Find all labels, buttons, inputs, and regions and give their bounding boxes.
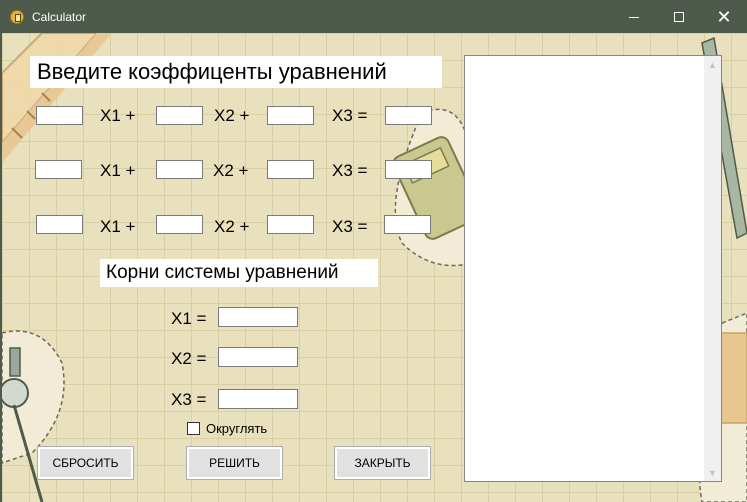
eq3-constant-field[interactable] xyxy=(385,216,430,234)
eq1-coef-x1-input[interactable] xyxy=(36,106,83,125)
calculator-icon xyxy=(10,10,24,24)
form-client-area: Введите коэффиценты уравнений X1 + X2 + … xyxy=(2,33,747,502)
eq3-coef-x1-field[interactable] xyxy=(37,216,82,234)
maximize-icon xyxy=(674,12,684,22)
eq1-coef-x2-input[interactable] xyxy=(156,106,203,125)
eq3-x2-label: X2 + xyxy=(214,217,250,236)
eq3-constant-input[interactable] xyxy=(384,215,431,234)
eq2-constant-field[interactable] xyxy=(386,161,431,179)
root-x1-field[interactable] xyxy=(219,308,297,326)
root-x2-field[interactable] xyxy=(219,348,297,366)
eq2-coef-x3-input[interactable] xyxy=(267,160,314,179)
window-title: Calculator xyxy=(32,10,87,24)
eq2-coef-x1-field[interactable] xyxy=(36,161,81,179)
minimize-icon xyxy=(629,16,639,18)
reset-button[interactable]: СБРОСИТЬ xyxy=(37,446,134,480)
eq1-constant-field[interactable] xyxy=(386,107,431,125)
close-window-button[interactable]: ✕ xyxy=(701,1,747,33)
eq3-coef-x2-field[interactable] xyxy=(157,216,202,234)
eq2-x1-label: X1 + xyxy=(100,161,136,180)
close-button[interactable]: ЗАКРЫТЬ xyxy=(334,446,431,480)
eq1-coef-x1-field[interactable] xyxy=(37,107,82,125)
root-x1-output[interactable] xyxy=(218,307,298,327)
chevron-down-icon[interactable]: ▼ xyxy=(704,464,721,481)
eq1-coef-x3-field[interactable] xyxy=(268,107,313,125)
eq2-coef-x2-input[interactable] xyxy=(156,160,203,179)
eq3-coef-x3-field[interactable] xyxy=(268,216,313,234)
eq3-coef-x3-input[interactable] xyxy=(267,215,314,234)
minimize-button[interactable] xyxy=(611,1,657,33)
eq1-x3-label: X3 = xyxy=(332,106,368,125)
eq1-x1-label: X1 + xyxy=(100,106,136,125)
root-x3-output[interactable] xyxy=(218,389,298,409)
eq1-x2-label: X2 + xyxy=(214,106,250,125)
title-bar[interactable]: Calculator ✕ xyxy=(1,1,747,33)
eq2-coef-x2-field[interactable] xyxy=(157,161,202,179)
round-option[interactable]: Округлять xyxy=(187,421,267,436)
maximize-button[interactable] xyxy=(656,1,702,33)
output-scrollbar[interactable]: ▲ ▼ xyxy=(704,56,721,481)
eq3-x3-label: X3 = xyxy=(332,217,368,236)
root-x2-output[interactable] xyxy=(218,347,298,367)
root-x3-field[interactable] xyxy=(219,390,297,408)
chevron-up-icon[interactable]: ▲ xyxy=(704,56,721,73)
eq2-x2-label: X2 + xyxy=(213,161,249,180)
eq3-coef-x2-input[interactable] xyxy=(156,215,203,234)
root-x3-label: X3 = xyxy=(171,390,207,409)
root-x2-label: X2 = xyxy=(171,349,207,368)
close-icon: ✕ xyxy=(716,7,732,27)
eq3-x1-label: X1 + xyxy=(100,217,136,236)
solve-button[interactable]: РЕШИТЬ xyxy=(186,446,283,480)
roots-heading: Корни системы уравнений xyxy=(100,259,378,287)
ruler-illustration xyxy=(2,33,112,163)
eq1-constant-input[interactable] xyxy=(385,106,432,125)
eq2-coef-x1-input[interactable] xyxy=(35,160,82,179)
calculator-window: Calculator ✕ Введите коэффиценты уравнен… xyxy=(0,0,747,502)
eq1-coef-x3-input[interactable] xyxy=(267,106,314,125)
eq2-constant-input[interactable] xyxy=(385,160,432,179)
eq2-coef-x3-field[interactable] xyxy=(268,161,313,179)
round-checkbox[interactable] xyxy=(187,422,200,435)
round-checkbox-label[interactable]: Округлять xyxy=(206,421,267,436)
eq3-coef-x1-input[interactable] xyxy=(36,215,83,234)
root-x1-label: X1 = xyxy=(171,309,207,328)
coefficients-heading: Введите коэффиценты уравнений xyxy=(30,56,442,88)
solution-output-textbox[interactable]: ▲ ▼ xyxy=(464,55,722,482)
eq1-coef-x2-field[interactable] xyxy=(157,107,202,125)
eq2-x3-label: X3 = xyxy=(332,161,368,180)
